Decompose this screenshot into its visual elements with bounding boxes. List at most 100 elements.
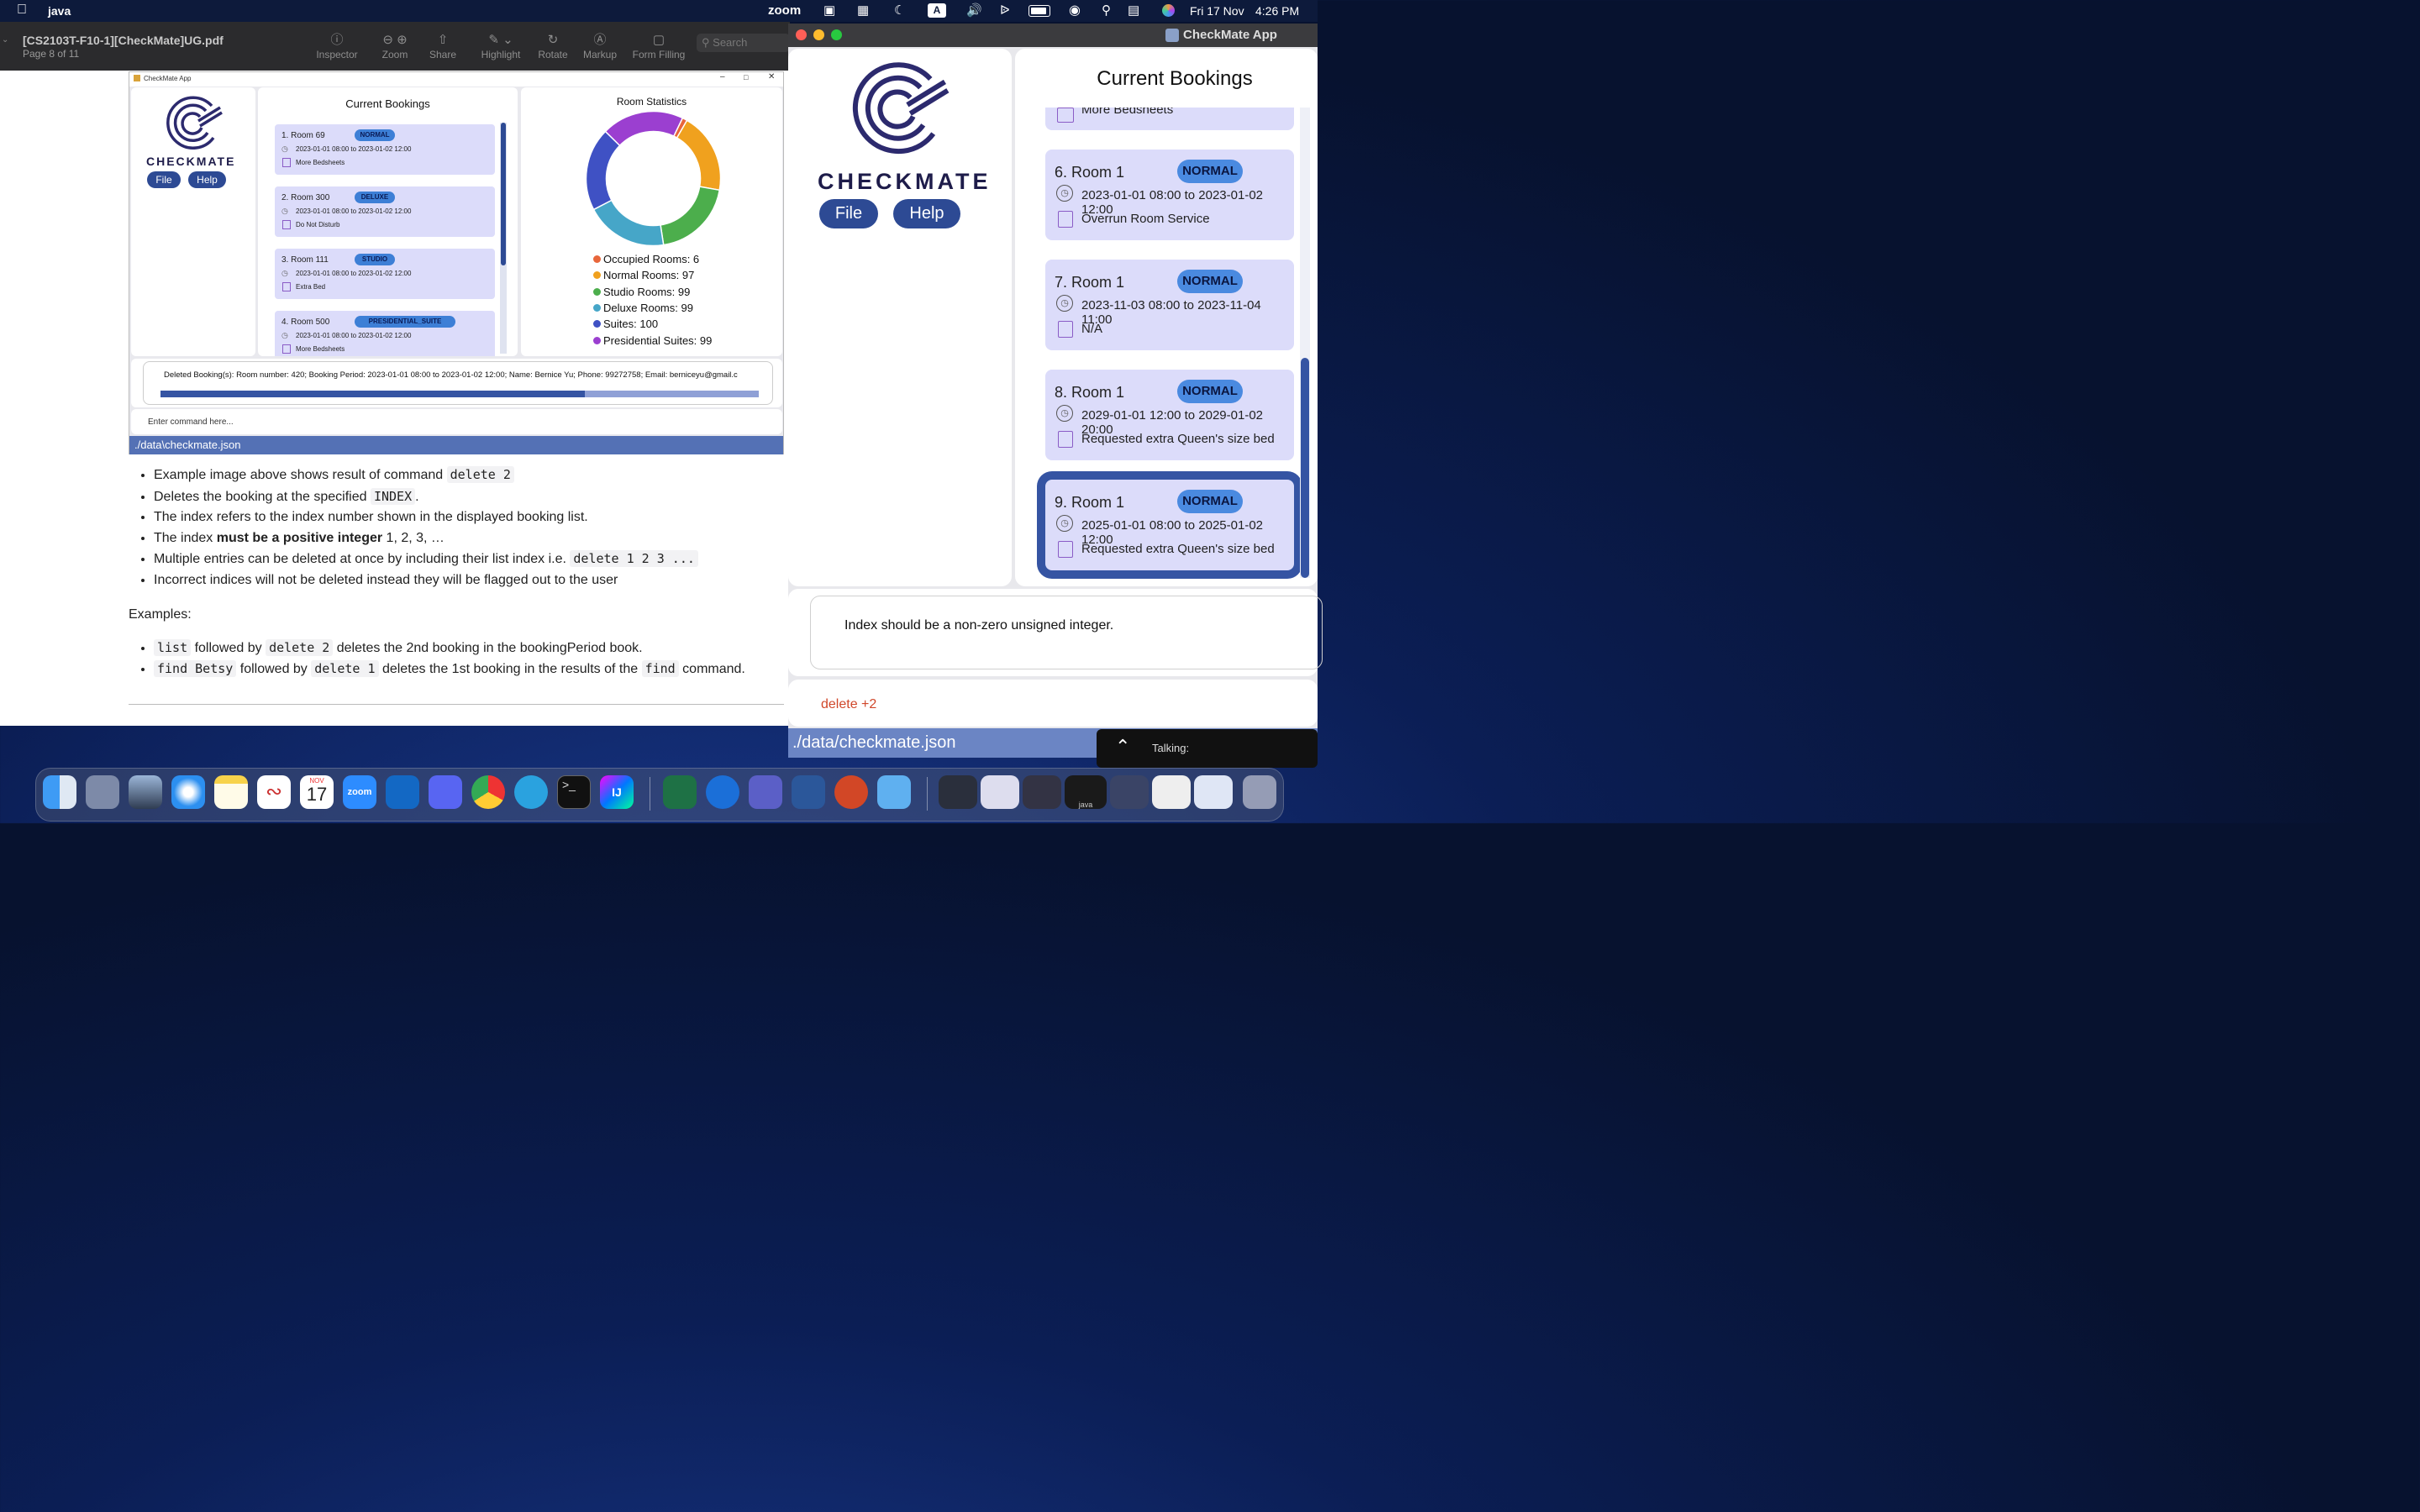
donut-slice	[676, 119, 722, 192]
sidebar-toggle-icon[interactable]: ⌄	[2, 35, 8, 45]
trash-icon[interactable]	[1243, 775, 1276, 809]
markup-button[interactable]: Ⓐ Markup	[573, 32, 627, 60]
intellij-icon[interactable]: IJ	[600, 775, 634, 809]
spotlight-search-icon[interactable]: ⚲	[1102, 3, 1111, 18]
maps-pin-icon[interactable]	[706, 775, 739, 809]
wifi-icon[interactable]: ◉	[1069, 2, 1081, 18]
doc-code: find Betsy	[154, 660, 237, 677]
zoom-talking-popup[interactable]: ⌃ Talking:	[1097, 729, 1318, 768]
telegram-icon[interactable]	[514, 775, 548, 809]
chevron-up-icon[interactable]: ⌃	[1115, 736, 1130, 758]
volume-icon[interactable]: 🔊	[966, 3, 982, 18]
booking-card[interactable]: 7. Room 1 NORMAL ◷ 2023-11-03 08:00 to 2023…	[1045, 260, 1294, 350]
dock-divider	[927, 777, 928, 811]
help-menu-button[interactable]: Help	[893, 199, 960, 228]
outlook-menu-icon[interactable]: ▣	[823, 3, 835, 18]
remark-note-icon	[1058, 211, 1073, 228]
app-menu-name[interactable]: java	[48, 4, 71, 18]
excel-icon[interactable]	[663, 775, 697, 809]
input-source-icon[interactable]: A	[928, 3, 946, 18]
notes-icon[interactable]	[214, 775, 248, 809]
highlight-button[interactable]: ✎ ⌄ Highlight	[474, 32, 528, 60]
legend-label: Presidential Suites: 99	[603, 333, 713, 347]
search-input[interactable]: ⚲ Search	[697, 34, 790, 52]
clock-time[interactable]: 4:26 PM	[1255, 4, 1299, 18]
minimized-java-window[interactable]: java	[1065, 775, 1107, 809]
list-item: Incorrect indices will not be deleted in…	[154, 570, 792, 591]
minimized-window-thumbnail[interactable]	[1194, 775, 1233, 809]
launchpad-icon[interactable]	[86, 775, 119, 809]
calendar-icon[interactable]: NOV 17	[300, 775, 334, 809]
outlook-icon[interactable]	[386, 775, 419, 809]
booking-card[interactable]: 8. Room 1 NORMAL ◷ 2029-01-01 12:00 to 2029…	[1045, 370, 1294, 460]
booking-room: 9. Room 1	[1055, 494, 1125, 511]
booking-card-partial[interactable]: More Bedsheets	[1045, 108, 1294, 130]
folder-icon[interactable]	[877, 775, 911, 809]
java-window-label: java	[1078, 801, 1093, 809]
form-filling-button[interactable]: ▢ Form Filling	[626, 32, 692, 60]
list-item: Multiple entries can be deleted at once …	[154, 549, 792, 570]
apple-menu-icon[interactable]: 	[17, 3, 27, 18]
legend-label: Deluxe Rooms: 99	[603, 301, 693, 314]
chrome-icon[interactable]	[471, 775, 505, 809]
file-menu-button[interactable]: File	[819, 199, 878, 228]
close-window-button[interactable]	[796, 29, 807, 40]
search-placeholder: Search	[713, 36, 748, 49]
embedded-booking-remark: More Bedsheets	[296, 345, 345, 353]
zoom-window-button[interactable]	[831, 29, 842, 40]
focus-moon-icon[interactable]: ☾	[894, 3, 905, 18]
scrollbar-thumb[interactable]	[1301, 358, 1309, 578]
command-input[interactable]: delete +2	[821, 697, 876, 712]
clock-date[interactable]: Fri 17 Nov	[1190, 4, 1244, 18]
embedded-booking-room: 4. Room 500	[281, 318, 330, 327]
control-center-icon[interactable]: ▤	[1128, 3, 1139, 18]
checkmate-wordmark: CHECKMATE	[818, 169, 992, 194]
word-icon[interactable]	[792, 775, 825, 809]
intellij-label: IJ	[612, 785, 622, 799]
minimize-window-button[interactable]	[813, 29, 824, 40]
booking-card[interactable]: 6. Room 1 NORMAL ◷ 2023-01-01 08:00 to 2023…	[1045, 150, 1294, 240]
minimized-window-thumbnail[interactable]	[1110, 775, 1149, 809]
booking-list-viewport[interactable]: More Bedsheets 6. Room 1 NORMAL ◷ 2023-01-0…	[1015, 108, 1318, 586]
examples-heading: Examples:	[129, 607, 192, 622]
freeform-icon[interactable]: ∾	[257, 775, 291, 809]
remark-note-icon	[282, 158, 291, 167]
terminal-icon[interactable]: >_	[557, 775, 591, 809]
zoom-menu-extra[interactable]: zoom	[768, 3, 801, 18]
preview-app-icon[interactable]	[129, 775, 162, 809]
minimized-window-thumbnail[interactable]	[939, 775, 977, 809]
zoom-button[interactable]: ⊖ ⊕ Zoom	[368, 32, 422, 60]
powerpoint-icon[interactable]	[834, 775, 868, 809]
minimized-window-thumbnail[interactable]	[1023, 775, 1061, 809]
inspector-button[interactable]: ⓘ Inspector	[310, 32, 364, 60]
finder-icon[interactable]	[43, 775, 76, 809]
embedded-booking-card: 2. Room 300 DELUXE ◷ 2023-01-01 08:00 to 20…	[275, 186, 495, 237]
minimized-window-thumbnail[interactable]	[981, 775, 1019, 809]
battery-icon[interactable]	[1028, 5, 1050, 17]
doc-code: INDEX	[370, 487, 416, 505]
stats-legend-item: Occupied Rooms: 6	[593, 253, 699, 265]
embedded-result-panel: Deleted Booking(s): Room number: 420; Bo…	[131, 359, 782, 407]
booking-period: 2023-11-03 08:00 to 2023-11-04 11:00	[1081, 298, 1261, 327]
safari-icon[interactable]	[171, 775, 205, 809]
legend-dot	[593, 303, 601, 312]
teams-icon[interactable]	[749, 775, 782, 809]
scrollbar-track[interactable]	[1300, 108, 1310, 578]
stats-legend-item: Normal Rooms: 97	[593, 269, 694, 281]
embedded-booking-remark: Do Not Disturb	[296, 221, 340, 228]
embedded-help-button: Help	[188, 171, 226, 188]
remark-note-icon	[1058, 541, 1073, 558]
embedded-sidebar: CHECKMATE File Help	[131, 87, 255, 356]
minimized-window-thumbnail[interactable]	[1152, 775, 1191, 809]
rotate-button[interactable]: ↻ Rotate	[526, 32, 580, 60]
command-box[interactable]: delete +2	[788, 680, 1318, 727]
zoom-app-icon[interactable]: zoom	[343, 775, 376, 809]
inspector-label: Inspector	[316, 49, 358, 60]
embedded-window-title: CheckMate App	[144, 75, 192, 82]
discord-icon[interactable]	[429, 775, 462, 809]
grid-menu-icon[interactable]: ▦	[857, 3, 869, 18]
siri-icon[interactable]	[1162, 4, 1175, 17]
booking-card[interactable]: 9. Room 1 NORMAL ◷ 2025-01-01 08:00 to 2025…	[1045, 480, 1294, 570]
bluetooth-icon[interactable]: ᐉ	[1000, 3, 1010, 18]
share-button[interactable]: ⇧ Share	[416, 32, 470, 60]
